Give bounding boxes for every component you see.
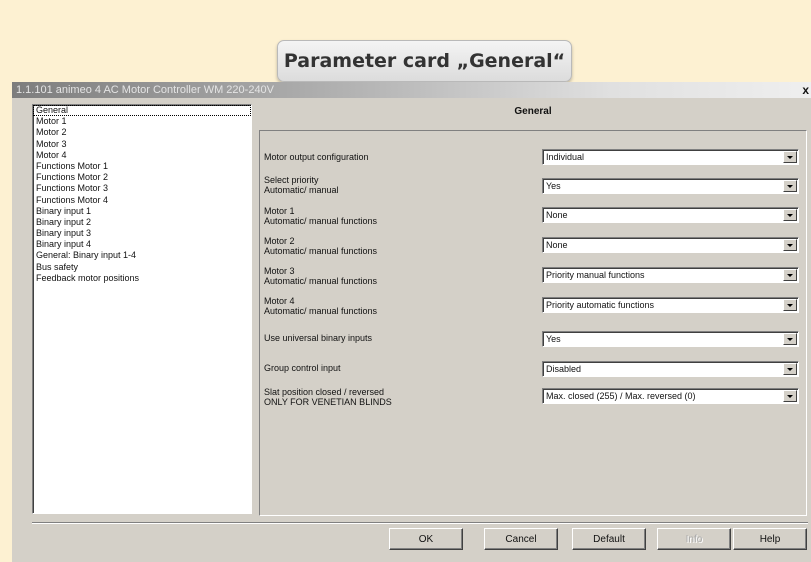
universal-binary-inputs-select[interactable]: Yes [542,331,799,347]
param-row: Slat position closed / reversed ONLY FOR… [260,383,806,409]
param-row: Group control input Disabled [260,355,806,381]
sidebar-item-functions-motor-2[interactable]: Functions Motor 2 [33,172,251,183]
group-control-input-select[interactable]: Disabled [542,361,799,377]
select-value: None [546,210,568,220]
param-label-line1: Group control input [264,363,341,373]
dropdown-arrow-icon[interactable] [783,209,797,221]
motor-output-configuration-select[interactable]: Individual [542,149,799,165]
parameter-panel: Motor output configuration Individual Se… [259,130,807,516]
param-row: Select priority Automatic/ manual Yes [260,172,806,198]
dropdown-arrow-icon[interactable] [783,239,797,251]
close-icon[interactable]: x [802,82,809,98]
window-title: 1.1.101 animeo 4 AC Motor Controller WM … [16,84,275,96]
param-label-line2: ONLY FOR VENETIAN BLINDS [264,397,392,407]
sidebar-item-functions-motor-3[interactable]: Functions Motor 3 [33,183,251,194]
card-title: Parameter card „General“ [277,40,572,82]
sidebar-item-motor-1[interactable]: Motor 1 [33,116,251,127]
param-row: Motor 3 Automatic/ manual functions Prio… [260,263,806,289]
param-row: Motor 4 Automatic/ manual functions Prio… [260,293,806,319]
select-value: Yes [546,181,561,191]
param-label: Group control input [264,363,341,373]
param-label-line1: Motor 2 [264,236,295,246]
ok-button[interactable]: OK [389,528,463,550]
divider [32,522,808,524]
sidebar-item-binary-input-1[interactable]: Binary input 1 [33,206,251,217]
sidebar-item-binary-input-2[interactable]: Binary input 2 [33,217,251,228]
param-label: Motor 1 Automatic/ manual functions [264,206,377,226]
dropdown-arrow-icon[interactable] [783,151,797,163]
dropdown-arrow-icon[interactable] [783,363,797,375]
dropdown-arrow-icon[interactable] [783,333,797,345]
param-label: Motor 3 Automatic/ manual functions [264,266,377,286]
param-label: Motor 2 Automatic/ manual functions [264,236,377,256]
sidebar-item-functions-motor-4[interactable]: Functions Motor 4 [33,195,251,206]
dropdown-arrow-icon[interactable] [783,299,797,311]
cancel-button[interactable]: Cancel [484,528,558,550]
param-label: Motor 4 Automatic/ manual functions [264,296,377,316]
motor-3-functions-select[interactable]: Priority manual functions [542,267,799,283]
default-button[interactable]: Default [572,528,646,550]
param-label: Use universal binary inputs [264,333,372,343]
param-label: Select priority Automatic/ manual [264,175,339,195]
motor-1-functions-select[interactable]: None [542,207,799,223]
sidebar-item-general-binary-inputs[interactable]: General: Binary input 1-4 [33,250,251,261]
select-value: Priority automatic functions [546,300,655,310]
motor-4-functions-select[interactable]: Priority automatic functions [542,297,799,313]
sidebar-tree[interactable]: General Motor 1 Motor 2 Motor 3 Motor 4 … [32,104,252,514]
select-priority-select[interactable]: Yes [542,178,799,194]
select-value: Max. closed (255) / Max. reversed (0) [546,391,696,401]
sidebar-item-general[interactable]: General [33,105,251,117]
param-label-line1: Slat position closed / reversed [264,387,385,397]
param-label-line2: Automatic/ manual [264,185,339,195]
param-row: Use universal binary inputs Yes [260,325,806,351]
param-label-line1: Motor output configuration [264,152,369,162]
sidebar-item-binary-input-3[interactable]: Binary input 3 [33,228,251,239]
sidebar-item-bus-safety[interactable]: Bus safety [33,262,251,273]
select-value: None [546,240,568,250]
select-value: Disabled [546,364,582,374]
motor-2-functions-select[interactable]: None [542,237,799,253]
sidebar-item-functions-motor-1[interactable]: Functions Motor 1 [33,161,251,172]
param-label-line1: Motor 3 [264,266,295,276]
panel-title: General [514,106,552,117]
help-button[interactable]: Help [733,528,807,550]
select-value: Yes [546,334,561,344]
param-label: Slat position closed / reversed ONLY FOR… [264,387,392,407]
dropdown-arrow-icon[interactable] [783,269,797,281]
param-row: Motor 1 Automatic/ manual functions None [260,203,806,229]
info-button[interactable]: Info [657,528,731,550]
sidebar-item-motor-2[interactable]: Motor 2 [33,127,251,138]
param-label-line1: Motor 1 [264,206,295,216]
slat-position-select[interactable]: Max. closed (255) / Max. reversed (0) [542,388,799,404]
sidebar-item-feedback-motor-positions[interactable]: Feedback motor positions [33,273,251,284]
param-row: Motor output configuration Individual [260,145,806,171]
param-label-line2: Automatic/ manual functions [264,306,378,316]
sidebar-item-binary-input-4[interactable]: Binary input 4 [33,239,251,250]
sidebar-item-motor-3[interactable]: Motor 3 [33,139,251,150]
param-label-line2: Automatic/ manual functions [264,246,378,256]
window-titlebar: 1.1.101 animeo 4 AC Motor Controller WM … [12,82,811,98]
param-row: Motor 2 Automatic/ manual functions None [260,233,806,259]
dialog-window: 1.1.101 animeo 4 AC Motor Controller WM … [12,82,811,562]
param-label-line1: Use universal binary inputs [264,333,373,343]
param-label: Motor output configuration [264,152,369,162]
dropdown-arrow-icon[interactable] [783,390,797,402]
select-value: Individual [546,152,585,162]
param-label-line1: Select priority [264,175,319,185]
param-label-line1: Motor 4 [264,296,295,306]
sidebar-item-motor-4[interactable]: Motor 4 [33,150,251,161]
dropdown-arrow-icon[interactable] [783,180,797,192]
select-value: Priority manual functions [546,270,645,280]
param-label-line2: Automatic/ manual functions [264,276,378,286]
param-label-line2: Automatic/ manual functions [264,216,378,226]
